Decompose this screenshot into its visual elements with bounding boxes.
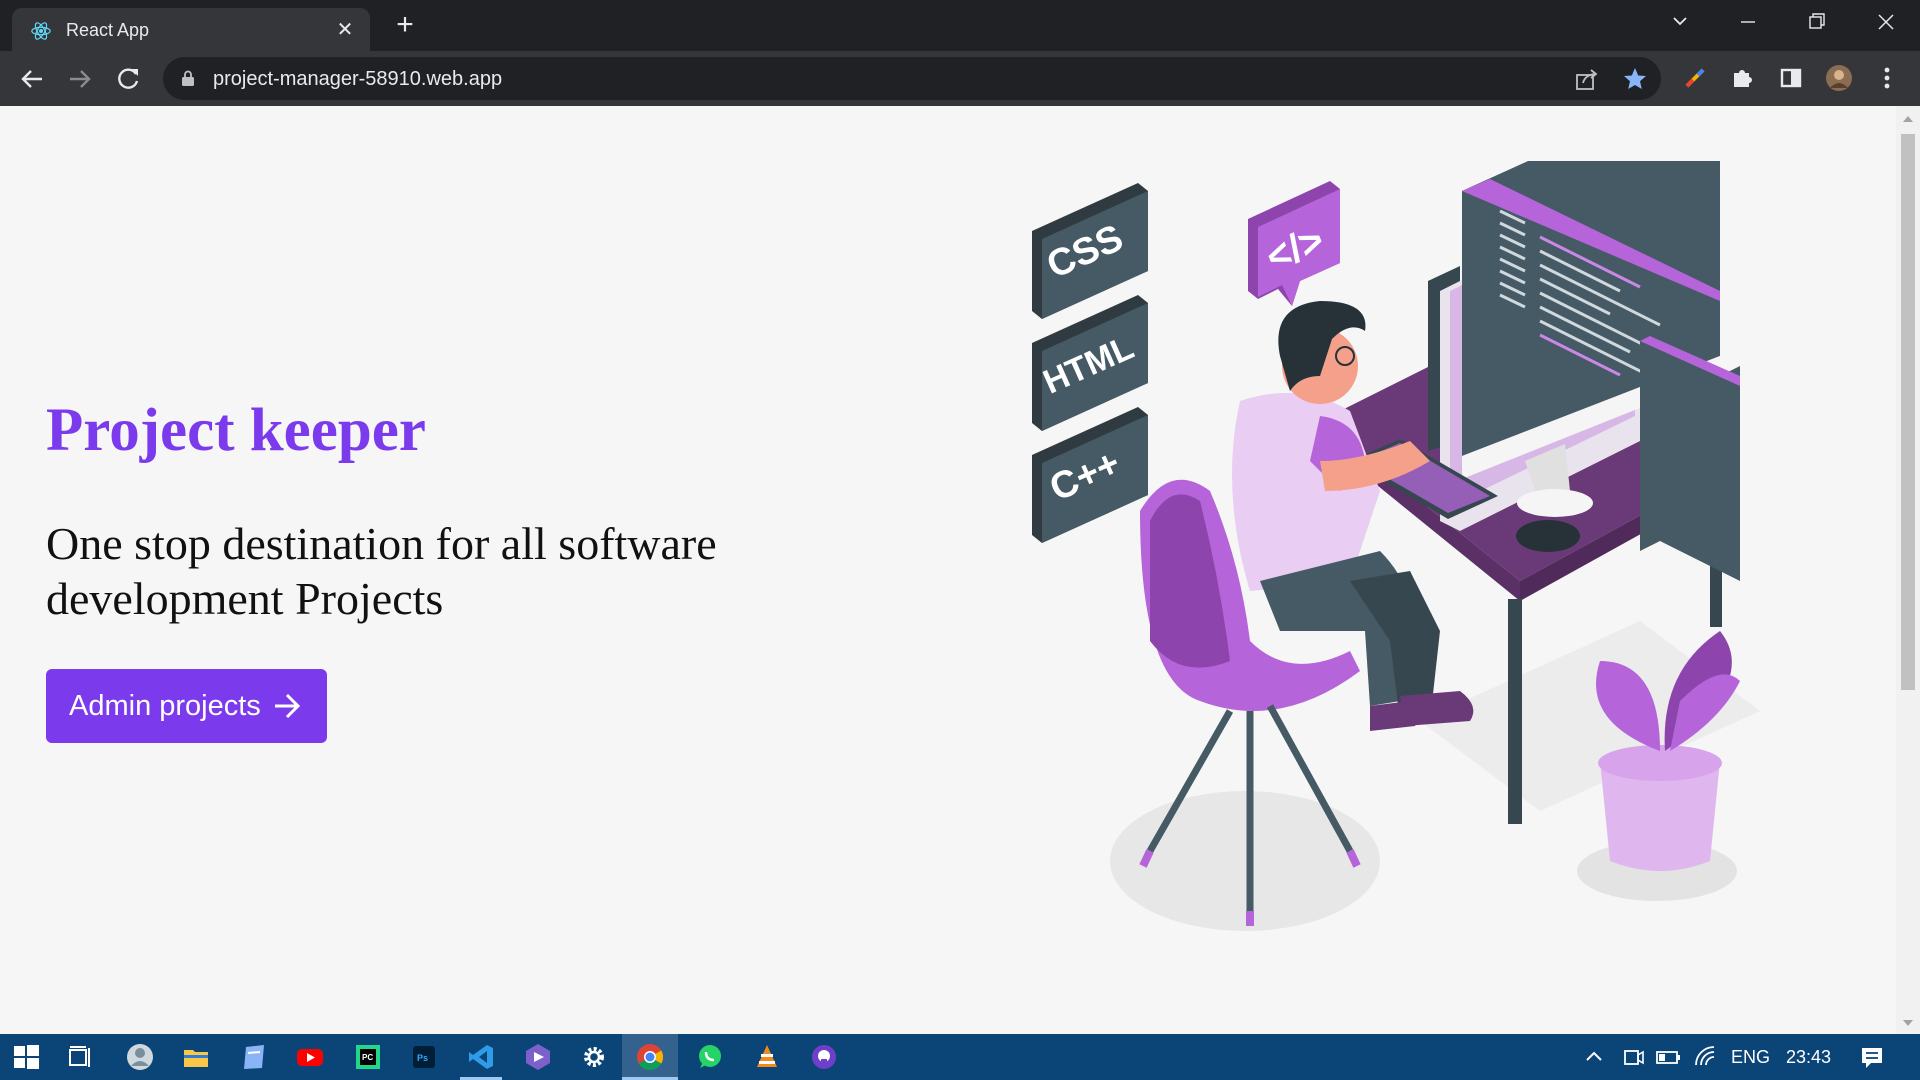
page-title: Project keeper	[46, 397, 426, 464]
address-bar[interactable]: project-manager-58910.web.app	[163, 57, 1661, 100]
language-indicator[interactable]: ENG	[1731, 1047, 1770, 1068]
side-panel-icon[interactable]	[1777, 64, 1805, 92]
tab-strip: React App ✕ +	[0, 0, 1920, 51]
tray-chevron-up-icon[interactable]	[1578, 1041, 1610, 1073]
svg-text:PC: PC	[362, 1053, 373, 1062]
back-icon[interactable]	[16, 63, 48, 95]
vertical-scrollbar[interactable]	[1896, 106, 1920, 1034]
minimize-icon[interactable]	[1728, 8, 1768, 36]
photoshop-icon[interactable]: Ps	[408, 1041, 440, 1073]
scroll-thumb[interactable]	[1901, 134, 1915, 690]
svg-text:Ps: Ps	[417, 1053, 428, 1063]
extensions-puzzle-icon[interactable]	[1729, 64, 1757, 92]
color-pen-extension-icon[interactable]	[1681, 64, 1709, 92]
windows-start-icon[interactable]	[10, 1041, 42, 1073]
menu-kebab-icon[interactable]	[1873, 64, 1901, 92]
lock-icon[interactable]	[181, 70, 195, 86]
tab-close-icon[interactable]: ✕	[334, 19, 356, 41]
windows-taskbar: PC Ps ENG 23:43	[0, 1034, 1920, 1080]
browser-tab[interactable]: React App ✕	[12, 8, 370, 51]
whatsapp-icon[interactable]	[694, 1041, 726, 1073]
pycharm-icon[interactable]: PC	[352, 1041, 384, 1073]
notepad-icon[interactable]	[238, 1041, 270, 1073]
share-icon[interactable]	[1574, 66, 1600, 92]
scroll-up-icon[interactable]	[1902, 114, 1914, 124]
arrow-right-icon	[275, 693, 301, 719]
new-tab-button[interactable]: +	[390, 10, 420, 40]
close-window-icon[interactable]	[1866, 8, 1906, 36]
visual-studio-icon[interactable]	[522, 1041, 554, 1073]
admin-projects-label: Admin projects	[69, 690, 261, 722]
meet-now-icon[interactable]	[1616, 1041, 1648, 1073]
wifi-icon[interactable]	[1690, 1041, 1722, 1073]
battery-icon[interactable]	[1652, 1041, 1684, 1073]
developer-illustration: CSS HTML C++ </>	[1032, 161, 1760, 931]
clock-time[interactable]: 23:43	[1786, 1047, 1831, 1068]
reload-icon[interactable]	[112, 63, 144, 95]
file-explorer-icon[interactable]	[180, 1041, 212, 1073]
page-content: Project keeper One stop destination for …	[0, 106, 1896, 1034]
youtube-icon[interactable]	[294, 1041, 326, 1073]
url-text[interactable]: project-manager-58910.web.app	[213, 68, 502, 91]
task-view-icon[interactable]	[64, 1041, 96, 1073]
page-subtitle: One stop destination for all software de…	[46, 518, 717, 624]
tab-title: React App	[66, 20, 150, 40]
settings-gear-icon[interactable]	[578, 1041, 610, 1073]
forward-icon[interactable]	[64, 63, 96, 95]
browser-toolbar: project-manager-58910.web.app	[0, 51, 1920, 106]
profile-avatar-icon[interactable]	[1825, 64, 1853, 92]
tab-search-icon[interactable]	[1660, 8, 1700, 36]
code-bubble: </>	[1248, 181, 1340, 306]
react-logo-icon	[31, 22, 51, 40]
admin-projects-button[interactable]: Admin projects	[46, 669, 327, 743]
github-desktop-icon[interactable]	[808, 1041, 840, 1073]
chrome-icon[interactable]	[634, 1041, 666, 1073]
vscode-icon[interactable]	[465, 1041, 497, 1073]
user-avatar-icon[interactable]	[124, 1041, 156, 1073]
bookmark-star-icon[interactable]	[1622, 66, 1648, 92]
scroll-down-icon[interactable]	[1902, 1018, 1914, 1028]
restore-icon[interactable]	[1796, 8, 1836, 36]
notifications-icon[interactable]	[1856, 1041, 1888, 1073]
vlc-icon[interactable]	[751, 1041, 783, 1073]
